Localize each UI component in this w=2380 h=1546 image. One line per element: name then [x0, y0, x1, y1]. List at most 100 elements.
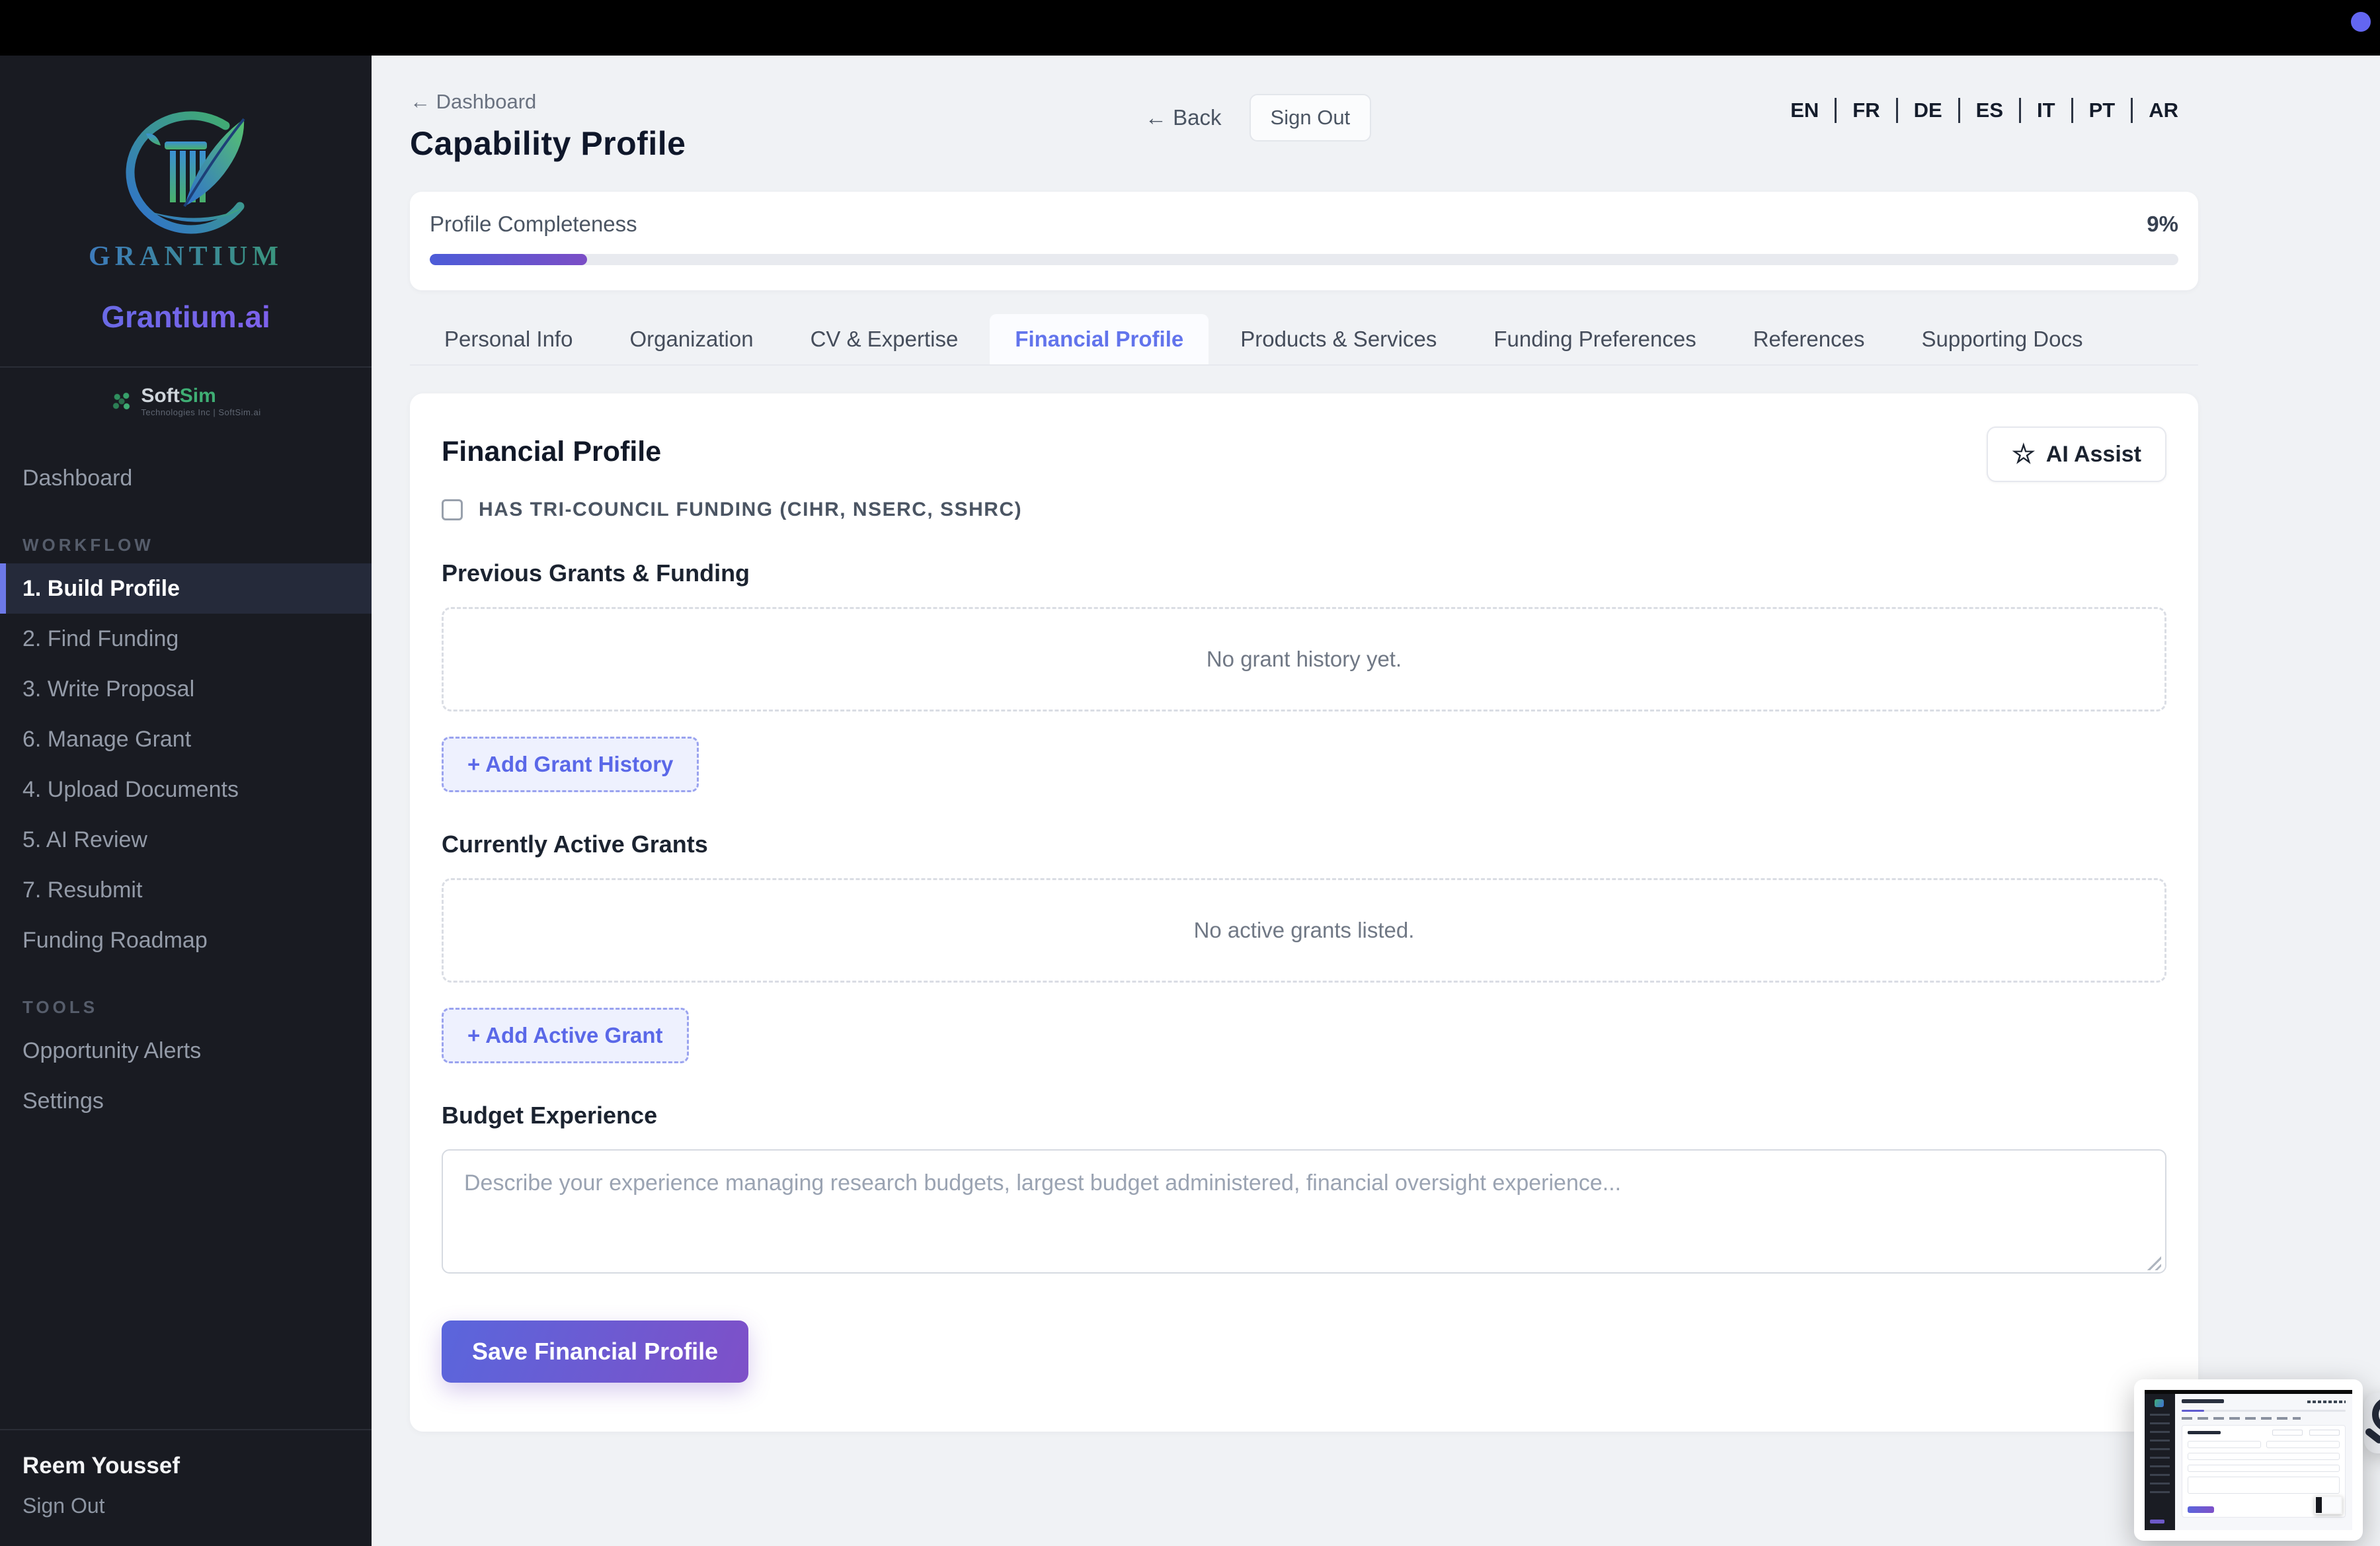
- screen-share-preview[interactable]: [2134, 1379, 2363, 1541]
- lang-it[interactable]: IT: [2021, 99, 2071, 122]
- sign-out-button[interactable]: Sign Out: [1249, 94, 1372, 142]
- main-area: ← Dashboard Capability Profile ← Back Si…: [372, 56, 2380, 1546]
- sidebar-item-build-profile[interactable]: 1. Build Profile: [0, 563, 372, 614]
- preview-chip: [2272, 1430, 2303, 1436]
- preview-input: [2188, 1441, 2261, 1448]
- sidebar-item-ai-review[interactable]: 5. AI Review: [0, 815, 372, 865]
- sidebar-item-find-funding[interactable]: 2. Find Funding: [0, 614, 372, 664]
- progress-value: 9%: [2147, 212, 2178, 236]
- lang-es[interactable]: ES: [1960, 99, 2019, 122]
- preview-tabs-line: [2182, 1417, 2301, 1420]
- preview-sidebar-button: [2150, 1520, 2164, 1524]
- profile-completeness-card: Profile Completeness 9%: [410, 192, 2198, 290]
- star-icon: ☆: [2011, 440, 2036, 469]
- preview-form-heading: [2188, 1431, 2221, 1434]
- preview-sidebar: [2145, 1394, 2175, 1530]
- recording-indicator-dot: [2351, 12, 2371, 32]
- preview-input: [2266, 1441, 2340, 1448]
- sidebar-sign-out-link[interactable]: Sign Out: [22, 1494, 349, 1518]
- sidebar-item-upload-documents[interactable]: 4. Upload Documents: [0, 764, 372, 815]
- magnifier-handle: [2363, 1426, 2380, 1445]
- sidebar-item-manage-grant[interactable]: 6. Manage Grant: [0, 714, 372, 764]
- lang-ar[interactable]: AR: [2133, 99, 2194, 122]
- user-name: Reem Youssef: [22, 1453, 180, 1479]
- financial-profile-panel: Financial Profile ☆ AI Assist HAS TRI-CO…: [410, 393, 2198, 1432]
- previous-grants-heading: Previous Grants & Funding: [442, 559, 750, 587]
- tab-personal-info[interactable]: Personal Info: [419, 314, 598, 364]
- back-arrow-icon: ←: [410, 90, 430, 113]
- app-name: Grantium.ai: [0, 299, 372, 335]
- sidebar-section-workflow: WORKFLOW: [22, 535, 154, 555]
- lang-fr[interactable]: FR: [1837, 99, 1895, 122]
- active-grants-empty-box: No active grants listed.: [442, 878, 2166, 983]
- partner-name: SoftSim: [141, 385, 216, 407]
- sidebar-item-resubmit[interactable]: 7. Resubmit: [0, 865, 372, 915]
- preview-input: [2188, 1453, 2340, 1460]
- tab-organization[interactable]: Organization: [604, 314, 778, 364]
- tab-references[interactable]: References: [1728, 314, 1890, 364]
- edge-zoom-flyout[interactable]: [2363, 1393, 2380, 1453]
- active-grants-empty-text: No active grants listed.: [1193, 918, 1415, 942]
- brand-block: GRANTIUM Grantium.ai SoftSim Technologie…: [0, 56, 372, 423]
- partner-logo: SoftSim Technologies Inc | SoftSim.ai: [0, 368, 372, 423]
- ai-assist-button[interactable]: ☆ AI Assist: [1986, 427, 2166, 482]
- budget-experience-heading: Budget Experience: [442, 1102, 658, 1129]
- resize-grip-icon[interactable]: [2144, 1253, 2161, 1270]
- lang-de[interactable]: DE: [1898, 99, 1958, 122]
- tab-funding-preferences[interactable]: Funding Preferences: [1468, 314, 1721, 364]
- progress-label: Profile Completeness: [430, 212, 637, 236]
- preview-nested-thumbnail: [2315, 1496, 2342, 1514]
- sidebar-nav: Dashboard WORKFLOW 1. Build Profile 2. F…: [0, 453, 372, 1126]
- softsim-icon: [110, 389, 134, 413]
- tri-council-row: HAS TRI-COUNCIL FUNDING (CIHR, NSERC, SS…: [442, 499, 2166, 521]
- preview-logo: [2155, 1399, 2164, 1407]
- budget-experience-input[interactable]: [442, 1149, 2166, 1274]
- progress-track: [430, 254, 2178, 265]
- sidebar-item-write-proposal[interactable]: 3. Write Proposal: [0, 664, 372, 714]
- sidebar-item-opportunity-alerts[interactable]: Opportunity Alerts: [0, 1026, 372, 1076]
- language-selector: EN FR DE ES IT PT AR: [1774, 98, 2194, 123]
- partner-tagline: Technologies Inc | SoftSim.ai: [141, 407, 261, 417]
- magnifier-icon: [2372, 1397, 2380, 1432]
- tab-cv-expertise[interactable]: CV & Expertise: [785, 314, 984, 364]
- preview-textarea: [2188, 1477, 2340, 1494]
- panel-heading: Financial Profile: [442, 436, 662, 468]
- sidebar-item-settings[interactable]: Settings: [0, 1076, 372, 1126]
- back-arrow-icon: ←: [1145, 105, 1167, 130]
- top-os-bar: [0, 0, 2380, 56]
- tab-products-services[interactable]: Products & Services: [1215, 314, 1462, 364]
- tri-council-checkbox[interactable]: [442, 499, 463, 520]
- lang-pt[interactable]: PT: [2073, 99, 2131, 122]
- preview-chip: [2309, 1430, 2340, 1436]
- logo-wordmark: GRANTIUM: [0, 241, 372, 272]
- progress-fill: [430, 254, 588, 265]
- add-active-grant-button[interactable]: + Add Active Grant: [442, 1008, 689, 1063]
- sidebar-item-funding-roadmap[interactable]: Funding Roadmap: [0, 915, 372, 965]
- sidebar-user-block: Reem Youssef Sign Out: [0, 1429, 372, 1546]
- preview-save-button: [2188, 1506, 2214, 1513]
- grantium-logo: [126, 111, 245, 234]
- sidebar: GRANTIUM Grantium.ai SoftSim Technologie…: [0, 56, 372, 1546]
- screen-preview-miniature: [2145, 1390, 2352, 1530]
- add-grant-history-button[interactable]: + Add Grant History: [442, 737, 699, 792]
- preview-input: [2188, 1465, 2340, 1472]
- save-financial-profile-button[interactable]: Save Financial Profile: [442, 1321, 749, 1383]
- lang-en[interactable]: EN: [1774, 99, 1835, 122]
- back-button[interactable]: ← Back: [1145, 105, 1222, 130]
- previous-grants-empty-text: No grant history yet.: [1206, 647, 1402, 671]
- tab-financial-profile[interactable]: Financial Profile: [990, 314, 1209, 364]
- preview-form-panel: [2182, 1425, 2346, 1518]
- preview-content: [2175, 1394, 2352, 1530]
- tri-council-label: HAS TRI-COUNCIL FUNDING (CIHR, NSERC, SS…: [479, 499, 1023, 520]
- preview-nav-lines: [2150, 1414, 2170, 1493]
- profile-tabs: Personal Info Organization CV & Expertis…: [410, 314, 2198, 366]
- preview-progress-line: [2182, 1410, 2346, 1412]
- preview-title-line: [2182, 1399, 2224, 1403]
- page-header: ← Dashboard Capability Profile ← Back Si…: [410, 56, 2198, 163]
- tab-supporting-docs[interactable]: Supporting Docs: [1896, 314, 2108, 364]
- sidebar-section-tools: TOOLS: [22, 997, 99, 1017]
- preview-language-line: [2307, 1401, 2346, 1403]
- active-grants-heading: Currently Active Grants: [442, 831, 708, 858]
- previous-grants-empty-box: No grant history yet.: [442, 607, 2166, 712]
- sidebar-item-dashboard[interactable]: Dashboard: [0, 453, 372, 503]
